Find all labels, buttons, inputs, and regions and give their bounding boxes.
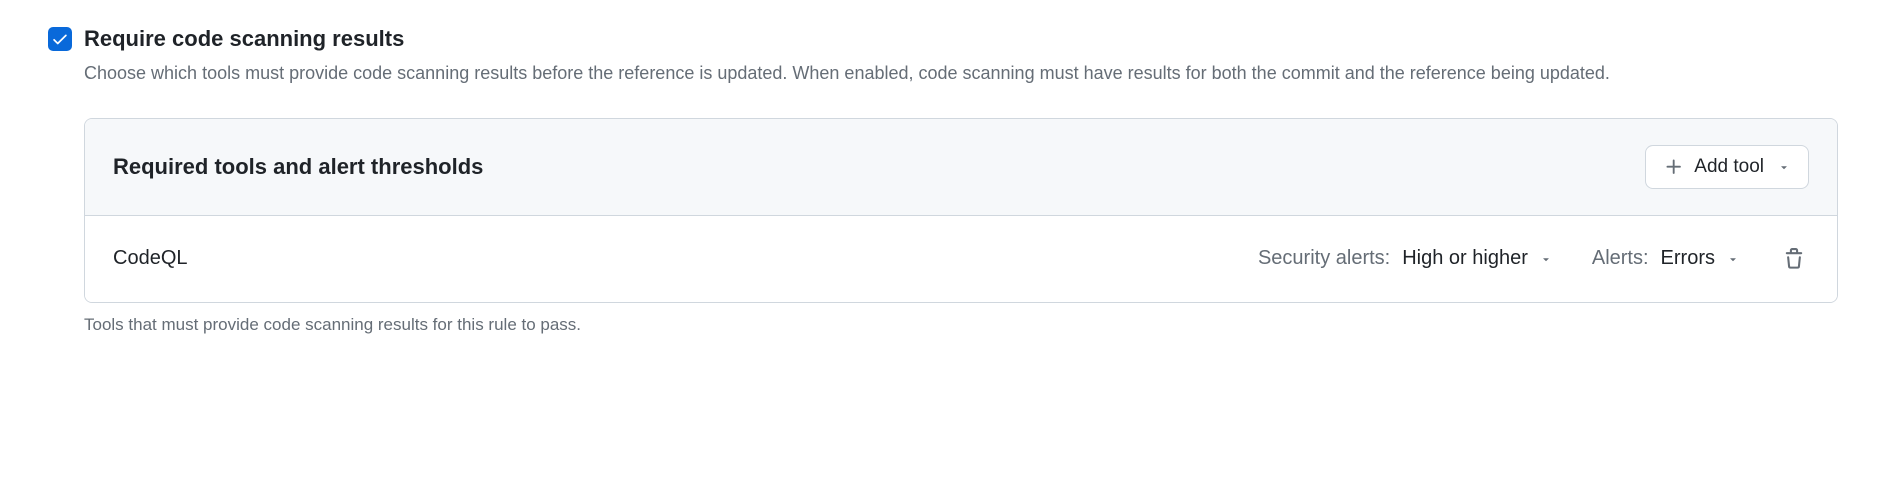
tools-panel: Required tools and alert thresholds Add … [84, 118, 1838, 303]
security-alerts-label: Security alerts: [1258, 247, 1390, 270]
chevron-down-icon [1778, 161, 1790, 173]
tool-controls: Security alerts: High or higher Alerts: … [1258, 244, 1809, 274]
panel-header: Required tools and alert thresholds Add … [85, 119, 1837, 216]
plus-icon [1664, 157, 1684, 177]
add-tool-button[interactable]: Add tool [1645, 145, 1809, 189]
security-alerts-value: High or higher [1402, 247, 1528, 270]
tool-row: CodeQL Security alerts: High or higher A… [85, 216, 1837, 302]
alerts-dropdown[interactable]: Alerts: Errors [1592, 247, 1739, 270]
add-tool-label: Add tool [1694, 156, 1764, 178]
section-description: Choose which tools must provide code sca… [84, 59, 1838, 88]
checkmark-icon [51, 30, 69, 48]
chevron-down-icon [1727, 253, 1739, 265]
trash-icon [1783, 248, 1805, 270]
footer-note: Tools that must provide code scanning re… [84, 315, 1838, 335]
tool-name: CodeQL [113, 247, 1258, 270]
section-title: Require code scanning results [84, 24, 1838, 55]
require-code-scanning-checkbox[interactable] [48, 27, 72, 51]
alerts-label: Alerts: [1592, 247, 1649, 270]
require-code-scanning-section: Require code scanning results Choose whi… [48, 24, 1838, 335]
alerts-value: Errors [1661, 247, 1715, 270]
section-content: Require code scanning results Choose whi… [84, 24, 1838, 335]
panel-title: Required tools and alert thresholds [113, 154, 483, 180]
security-alerts-dropdown[interactable]: Security alerts: High or higher [1258, 247, 1552, 270]
chevron-down-icon [1540, 253, 1552, 265]
delete-tool-button[interactable] [1779, 244, 1809, 274]
